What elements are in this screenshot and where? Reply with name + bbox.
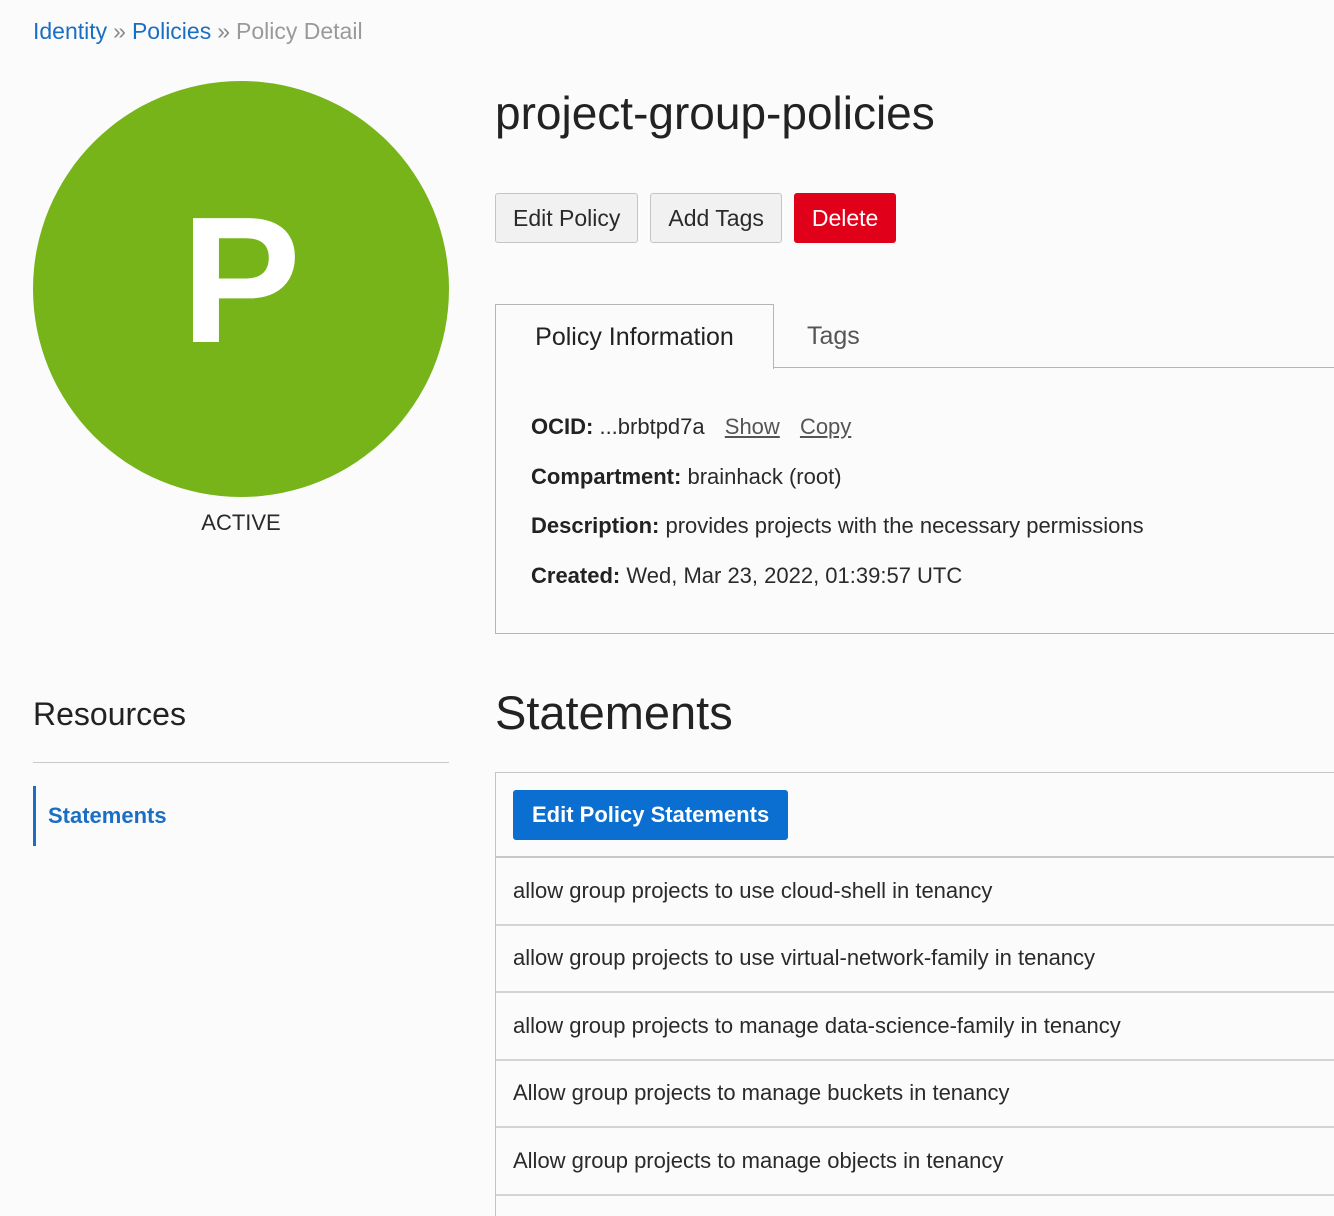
details-tabs: Policy Information Tags OCID: ...brbtpd7… — [495, 304, 1334, 634]
created-value: Wed, Mar 23, 2022, 01:39:57 UTC — [626, 562, 963, 588]
breadcrumb-policies-link[interactable]: Policies — [132, 18, 211, 44]
tab-strip: Policy Information Tags — [495, 304, 1334, 369]
breadcrumb-separator: » — [217, 18, 231, 44]
tab-tags[interactable]: Tags — [807, 304, 860, 368]
ocid-row: OCID: ...brbtpd7a Show Copy — [531, 412, 1334, 442]
compartment-label: Compartment: — [531, 463, 682, 489]
delete-button[interactable]: Delete — [793, 193, 897, 243]
show-ocid-link[interactable]: Show — [725, 414, 780, 439]
add-tags-button[interactable]: Add Tags — [650, 193, 782, 243]
description-row: Description: provides projects with the … — [531, 511, 1334, 541]
status-label: ACTIVE — [201, 510, 281, 535]
statement-row: Allow group projects to manage buckets i… — [496, 1061, 1334, 1128]
statements-toolbar: Edit Policy Statements — [496, 773, 1334, 858]
statement-row: allow group projects to manage data-scie… — [496, 993, 1334, 1061]
breadcrumb-separator: » — [113, 18, 126, 44]
ocid-label: OCID: — [531, 414, 594, 439]
breadcrumb-current: Policy Detail — [236, 18, 363, 44]
created-label: Created: — [531, 562, 621, 588]
compartment-row: Compartment: brainhack (root) — [531, 462, 1334, 492]
copy-ocid-link[interactable]: Copy — [800, 414, 851, 439]
breadcrumb: Identity» Policies» Policy Detail — [33, 16, 363, 46]
statement-row: allow group projects to use cloud-shell … — [496, 858, 1334, 926]
statement-row: allow group projects to use virtual-netw… — [496, 926, 1334, 993]
statements-table: Edit Policy Statements allow group proje… — [495, 772, 1334, 1216]
edit-policy-button[interactable]: Edit Policy — [495, 193, 639, 243]
tab-policy-information[interactable]: Policy Information — [495, 304, 774, 369]
resources-divider — [33, 762, 449, 763]
description-label: Description: — [531, 513, 660, 538]
statements-title: Statements — [495, 686, 733, 739]
compartment-value: brainhack (root) — [687, 463, 842, 489]
ocid-value: ...brbtpd7a — [599, 414, 705, 439]
created-row: Created: Wed, Mar 23, 2022, 01:39:57 UTC — [531, 561, 1334, 591]
badge-letter: P — [180, 180, 302, 381]
page-title: project-group-policies — [495, 87, 935, 139]
edit-policy-statements-button[interactable]: Edit Policy Statements — [513, 790, 789, 840]
description-value: provides projects with the necessary per… — [665, 513, 1144, 538]
action-bar: Edit Policy Add Tags Delete — [495, 193, 897, 243]
policy-information-panel: OCID: ...brbtpd7a Show Copy Compartment:… — [495, 368, 1334, 634]
breadcrumb-identity-link[interactable]: Identity — [33, 18, 107, 44]
resources-item-statements[interactable]: Statements — [33, 786, 333, 846]
resources-title: Resources — [33, 696, 186, 732]
policy-badge-icon: P — [33, 81, 449, 497]
statement-row: Allow group projects to manage objects i… — [496, 1128, 1334, 1196]
